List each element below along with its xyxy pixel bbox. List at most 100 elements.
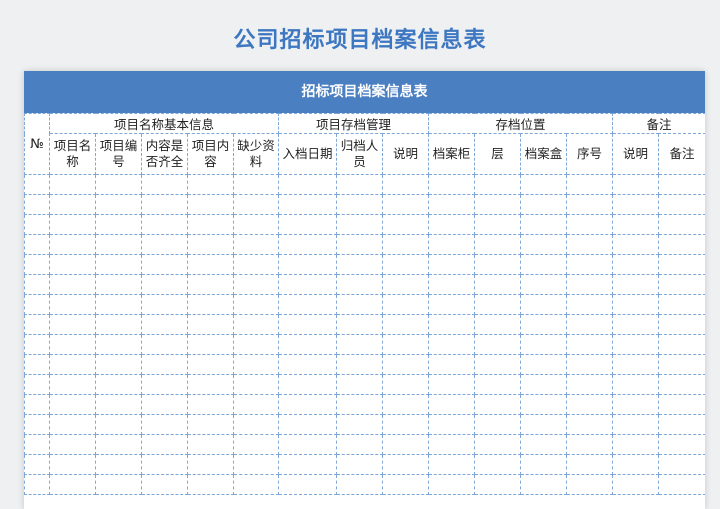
table-cell[interactable] bbox=[474, 314, 522, 335]
table-cell[interactable] bbox=[566, 334, 614, 355]
table-cell[interactable] bbox=[141, 194, 188, 215]
table-cell[interactable] bbox=[381, 234, 430, 255]
table-cell[interactable] bbox=[95, 434, 142, 455]
table-cell[interactable] bbox=[381, 414, 430, 435]
table-cell[interactable] bbox=[381, 474, 430, 495]
table-cell[interactable] bbox=[566, 234, 614, 255]
table-cell[interactable] bbox=[428, 454, 476, 475]
table-cell[interactable] bbox=[24, 454, 50, 475]
table-cell[interactable] bbox=[474, 434, 522, 455]
table-cell[interactable] bbox=[24, 314, 50, 335]
table-cell[interactable] bbox=[336, 454, 383, 475]
table-cell[interactable] bbox=[95, 294, 142, 315]
table-cell[interactable] bbox=[233, 434, 279, 455]
table-cell[interactable] bbox=[612, 214, 660, 235]
table-cell[interactable] bbox=[612, 254, 660, 275]
table-cell[interactable] bbox=[658, 214, 705, 235]
table-cell[interactable] bbox=[233, 174, 279, 195]
table-cell[interactable] bbox=[24, 414, 50, 435]
table-cell[interactable] bbox=[187, 414, 234, 435]
table-cell[interactable] bbox=[24, 474, 50, 495]
table-cell[interactable] bbox=[566, 354, 614, 375]
table-cell[interactable] bbox=[278, 434, 337, 455]
table-cell[interactable] bbox=[233, 354, 279, 375]
table-cell[interactable] bbox=[187, 294, 234, 315]
table-cell[interactable] bbox=[278, 414, 337, 435]
table-cell[interactable] bbox=[566, 254, 614, 275]
table-cell[interactable] bbox=[24, 294, 50, 315]
table-cell[interactable] bbox=[187, 394, 234, 415]
table-cell[interactable] bbox=[336, 414, 383, 435]
table-cell[interactable] bbox=[381, 214, 430, 235]
table-cell[interactable] bbox=[474, 334, 522, 355]
table-cell[interactable] bbox=[520, 174, 568, 195]
table-cell[interactable] bbox=[187, 314, 234, 335]
table-cell[interactable] bbox=[381, 174, 430, 195]
table-cell[interactable] bbox=[24, 394, 50, 415]
table-cell[interactable] bbox=[24, 234, 50, 255]
table-cell[interactable] bbox=[566, 294, 614, 315]
table-cell[interactable] bbox=[49, 474, 96, 495]
table-cell[interactable] bbox=[428, 234, 476, 255]
table-cell[interactable] bbox=[612, 374, 660, 395]
table-cell[interactable] bbox=[520, 414, 568, 435]
table-cell[interactable] bbox=[95, 394, 142, 415]
table-cell[interactable] bbox=[658, 394, 705, 415]
table-cell[interactable] bbox=[658, 274, 705, 295]
table-cell[interactable] bbox=[520, 374, 568, 395]
table-cell[interactable] bbox=[187, 354, 234, 375]
table-cell[interactable] bbox=[278, 174, 337, 195]
table-cell[interactable] bbox=[49, 294, 96, 315]
table-cell[interactable] bbox=[49, 434, 96, 455]
table-cell[interactable] bbox=[474, 174, 522, 195]
table-cell[interactable] bbox=[612, 474, 660, 495]
table-cell[interactable] bbox=[233, 474, 279, 495]
table-cell[interactable] bbox=[612, 294, 660, 315]
table-cell[interactable] bbox=[658, 414, 705, 435]
table-cell[interactable] bbox=[658, 354, 705, 375]
table-cell[interactable] bbox=[49, 274, 96, 295]
table-cell[interactable] bbox=[187, 234, 234, 255]
table-cell[interactable] bbox=[658, 194, 705, 215]
table-cell[interactable] bbox=[381, 434, 430, 455]
table-cell[interactable] bbox=[428, 394, 476, 415]
table-cell[interactable] bbox=[428, 174, 476, 195]
table-cell[interactable] bbox=[233, 274, 279, 295]
table-cell[interactable] bbox=[141, 294, 188, 315]
table-cell[interactable] bbox=[336, 174, 383, 195]
table-cell[interactable] bbox=[233, 234, 279, 255]
table-cell[interactable] bbox=[612, 274, 660, 295]
table-cell[interactable] bbox=[658, 314, 705, 335]
table-cell[interactable] bbox=[612, 314, 660, 335]
table-cell[interactable] bbox=[49, 174, 96, 195]
table-cell[interactable] bbox=[474, 374, 522, 395]
table-cell[interactable] bbox=[278, 234, 337, 255]
table-cell[interactable] bbox=[187, 254, 234, 275]
table-cell[interactable] bbox=[566, 434, 614, 455]
table-cell[interactable] bbox=[474, 474, 522, 495]
table-cell[interactable] bbox=[95, 214, 142, 235]
table-cell[interactable] bbox=[24, 214, 50, 235]
table-cell[interactable] bbox=[520, 334, 568, 355]
table-cell[interactable] bbox=[187, 434, 234, 455]
table-cell[interactable] bbox=[233, 394, 279, 415]
table-cell[interactable] bbox=[24, 334, 50, 355]
table-cell[interactable] bbox=[612, 454, 660, 475]
table-cell[interactable] bbox=[95, 334, 142, 355]
table-cell[interactable] bbox=[428, 354, 476, 375]
table-cell[interactable] bbox=[566, 174, 614, 195]
table-cell[interactable] bbox=[24, 194, 50, 215]
table-cell[interactable] bbox=[141, 354, 188, 375]
table-cell[interactable] bbox=[49, 314, 96, 335]
table-cell[interactable] bbox=[24, 254, 50, 275]
table-cell[interactable] bbox=[278, 454, 337, 475]
table-cell[interactable] bbox=[278, 274, 337, 295]
table-cell[interactable] bbox=[233, 294, 279, 315]
table-cell[interactable] bbox=[278, 314, 337, 335]
table-cell[interactable] bbox=[95, 254, 142, 275]
table-cell[interactable] bbox=[141, 454, 188, 475]
table-cell[interactable] bbox=[474, 354, 522, 375]
table-cell[interactable] bbox=[612, 174, 660, 195]
table-cell[interactable] bbox=[233, 314, 279, 335]
table-cell[interactable] bbox=[141, 414, 188, 435]
